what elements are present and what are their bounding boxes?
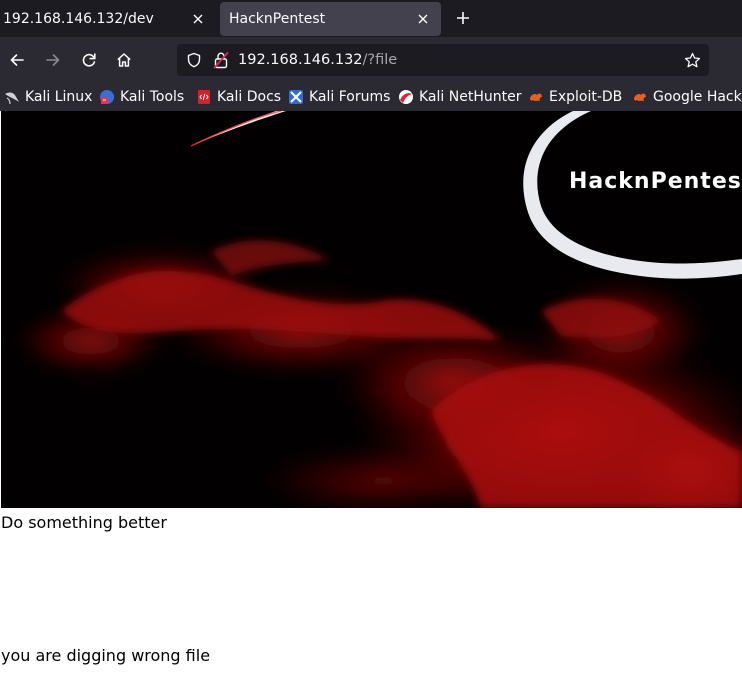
banner-brand-text: HacknPentest bbox=[569, 169, 742, 194]
tab-title: HacknPentest bbox=[229, 11, 326, 27]
bookmark-exploit-db[interactable]: Exploit-DB bbox=[528, 87, 622, 107]
home-icon bbox=[117, 53, 131, 67]
forward-button[interactable] bbox=[41, 48, 65, 72]
star-icon[interactable] bbox=[683, 51, 701, 69]
kali-tools-icon bbox=[99, 89, 115, 105]
back-button[interactable] bbox=[5, 48, 29, 72]
new-tab-button[interactable] bbox=[452, 7, 474, 29]
bookmark-label: Kali Linux bbox=[25, 89, 93, 105]
banner-image: HacknPentest bbox=[1, 111, 742, 508]
reload-icon bbox=[82, 53, 96, 67]
bookmarks-toolbar: Kali Linux Kali Tools Kali Docs Kali For… bbox=[0, 83, 742, 111]
bookmark-label: Kali Docs bbox=[217, 89, 282, 105]
bookmark-label: Kali NetHunter bbox=[419, 89, 522, 105]
arrow-left-icon bbox=[10, 54, 24, 66]
bookmark-label: Kali Forums bbox=[309, 89, 391, 105]
tab-hacknpentest[interactable]: HacknPentest bbox=[220, 2, 441, 36]
nethunter-icon bbox=[398, 89, 414, 105]
tab-strip: 192.168.146.132/dev HacknPentest bbox=[0, 0, 742, 37]
reload-button[interactable] bbox=[77, 48, 101, 72]
kali-dragon-icon bbox=[4, 89, 20, 105]
url-path: /?file bbox=[362, 52, 398, 68]
bookmark-label: Google Hacking DB bbox=[653, 89, 742, 105]
navigation-toolbar: 192.168.146.132/?file bbox=[0, 37, 742, 83]
bookmark-kali-nethunter[interactable]: Kali NetHunter bbox=[398, 87, 521, 107]
bookmark-label: Exploit-DB bbox=[549, 89, 623, 105]
bookmark-kali-forums[interactable]: Kali Forums bbox=[288, 87, 390, 107]
close-tab-icon[interactable] bbox=[413, 9, 433, 29]
ghdb-icon bbox=[632, 89, 648, 105]
exploit-db-icon bbox=[528, 89, 544, 105]
message-text-1: Do something better bbox=[1, 513, 167, 532]
insecure-lock-icon[interactable] bbox=[212, 51, 230, 69]
bookmark-label: Kali Tools bbox=[120, 89, 185, 105]
home-button[interactable] bbox=[112, 48, 136, 72]
arrow-right-icon bbox=[46, 54, 60, 66]
bookmark-kali-linux[interactable]: Kali Linux bbox=[4, 87, 92, 107]
bookmark-google-hacking-db[interactable]: Google Hacking DB bbox=[632, 87, 742, 107]
plus-icon bbox=[457, 12, 469, 24]
url-bar[interactable]: 192.168.146.132/?file bbox=[177, 44, 709, 76]
url-host: 192.168.146.132 bbox=[238, 52, 363, 68]
close-tab-icon[interactable] bbox=[188, 9, 208, 29]
bookmark-kali-tools[interactable]: Kali Tools bbox=[99, 87, 184, 107]
page-content: HacknPentest Do something better you are… bbox=[0, 111, 742, 674]
kali-docs-icon bbox=[196, 89, 212, 105]
tab-title: 192.168.146.132/dev bbox=[3, 10, 154, 27]
shield-icon[interactable] bbox=[185, 51, 203, 69]
kali-forums-icon bbox=[288, 89, 304, 105]
tab-dev[interactable]: 192.168.146.132/dev bbox=[0, 0, 216, 37]
bookmark-kali-docs[interactable]: Kali Docs bbox=[196, 87, 281, 107]
url-text[interactable]: 192.168.146.132/?file bbox=[238, 44, 397, 76]
message-text-2: you are digging wrong file bbox=[1, 646, 211, 665]
